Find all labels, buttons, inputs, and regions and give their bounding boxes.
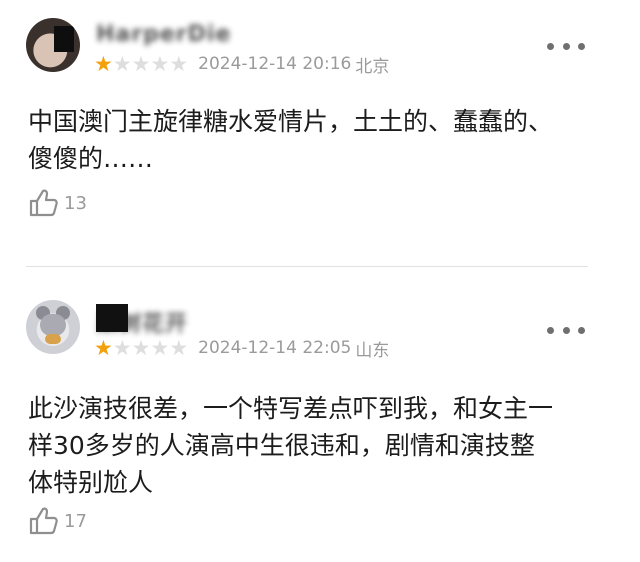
review-location: 山东 [355,340,390,361]
like-button[interactable]: 17 [28,506,87,536]
review-meta: ★ ★ ★ ★ ★ 2024-12-14 20:16 北京 [94,52,390,77]
star-icon: ★ [150,336,170,360]
rating-stars: ★ ★ ★ ★ ★ [94,52,188,76]
review-card: HarperDie ★ ★ ★ ★ ★ 2024-12-14 20:16 北京 … [0,0,640,265]
like-button[interactable]: 13 [28,188,87,218]
star-icon: ★ [150,52,170,76]
like-count: 17 [64,510,87,532]
avatar-censor-block [54,26,74,52]
star-icon: ★ [169,336,189,360]
review-time: 2024-12-14 22:05 [198,338,352,358]
review-content: 中国澳门主旋律糖水爱情片，土土的、蠢蠢的、 傻傻的…… [28,107,554,173]
star-icon: ★ [169,52,189,76]
avatar[interactable] [26,300,80,354]
more-options-button[interactable] [547,36,585,56]
star-icon: ★ [94,52,113,76]
like-count: 13 [64,192,87,214]
more-dots-icon [547,42,554,50]
avatar-face [40,314,66,336]
more-options-button[interactable] [547,320,585,340]
username[interactable]: HarperDie [96,22,231,47]
more-dots-icon [562,42,570,50]
star-icon: ★ [94,336,113,360]
review-meta: ★ ★ ★ ★ ★ 2024-12-14 22:05 山东 [94,336,390,361]
thumbs-up-icon [29,507,58,535]
more-dots-icon [578,326,585,334]
avatar-paw [45,334,61,344]
star-icon: ★ [131,336,151,360]
review-content: 此沙演技很差，一个特写差点吓到我，和女主一 样30多岁的人演高中生很违和，剧情和… [28,394,554,497]
review-time: 2024-12-14 20:16 [198,54,352,74]
avatar[interactable] [26,18,80,72]
more-dots-icon [562,326,570,334]
thumbs-up-icon [29,189,58,217]
star-icon: ★ [112,52,132,76]
star-icon: ★ [131,52,151,76]
rating-stars: ★ ★ ★ ★ ★ [94,336,188,360]
more-dots-icon [547,326,554,334]
star-icon: ★ [112,336,132,360]
review-card: 果树花开 ★ ★ ★ ★ ★ 2024-12-14 22:05 山东 此沙演技很… [0,268,640,562]
username-censor-block [96,304,128,332]
divider [26,266,588,267]
review-location: 北京 [355,56,390,77]
more-dots-icon [578,42,585,50]
